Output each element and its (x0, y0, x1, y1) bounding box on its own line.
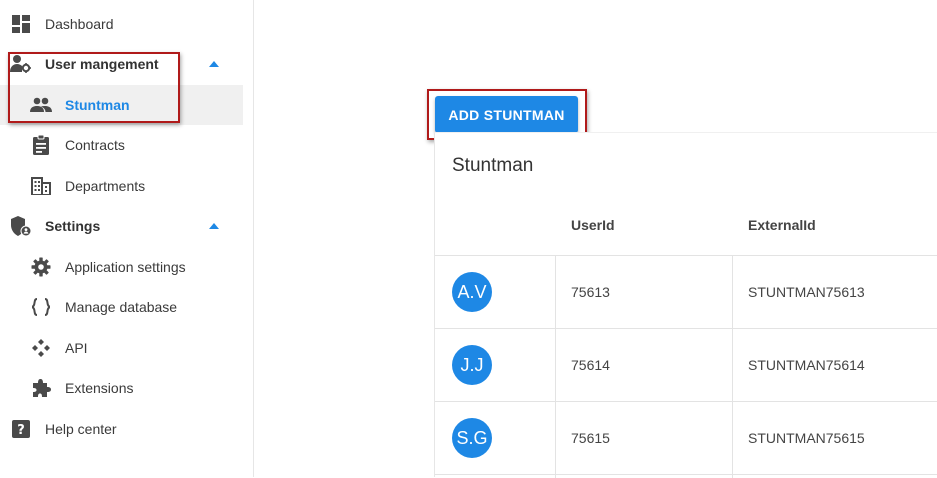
row-divider (435, 474, 937, 475)
header-divider (435, 255, 937, 256)
dashboard-icon (10, 13, 32, 35)
nav-settings-label: Settings (45, 218, 101, 234)
nav-user-management[interactable]: User mangement (0, 44, 243, 84)
nav-dashboard-label: Dashboard (45, 16, 114, 32)
add-stuntman-button[interactable]: ADD STUNTMAN (435, 96, 578, 133)
column-divider (555, 255, 556, 478)
nav-contracts-label: Contracts (65, 137, 125, 153)
avatar: S.G (452, 418, 492, 458)
nav-stuntman-label: Stuntman (65, 97, 130, 113)
collapse-caret-icon[interactable] (209, 61, 219, 67)
nav-application-settings[interactable]: Application settings (0, 247, 243, 287)
column-header-externalid[interactable]: ExternalId (748, 217, 816, 233)
cell-externalid: STUNTMAN75613 (748, 284, 865, 300)
nav-stuntman[interactable]: Stuntman (0, 85, 243, 125)
row-divider (435, 401, 937, 402)
cell-externalid: STUNTMAN75615 (748, 430, 865, 446)
api-icon (30, 337, 52, 359)
nav-help-center[interactable]: ? Help center (0, 409, 243, 449)
nav-api[interactable]: API (0, 328, 243, 368)
nav-extensions-label: Extensions (65, 380, 134, 396)
clipboard-icon (30, 134, 52, 156)
help-icon: ? (10, 418, 32, 440)
row-divider (435, 328, 937, 329)
nav-help-center-label: Help center (45, 421, 117, 437)
nav-settings[interactable]: Settings (0, 206, 243, 246)
nav-contracts[interactable]: Contracts (0, 125, 243, 165)
column-header-userid[interactable]: UserId (571, 217, 615, 233)
curly-braces-icon (30, 296, 52, 318)
cell-userid: 75615 (571, 430, 610, 446)
table-title: Stuntman (452, 155, 534, 176)
sidebar: Dashboard User mangement Stuntman Contra… (0, 0, 254, 477)
svg-text:?: ? (17, 423, 25, 438)
cell-userid: 75614 (571, 357, 610, 373)
nav-manage-database[interactable]: Manage database (0, 287, 243, 327)
nav-extensions[interactable]: Extensions (0, 368, 243, 408)
building-icon (30, 175, 52, 197)
gear-icon (30, 256, 52, 278)
avatar: A.V (452, 272, 492, 312)
nav-departments[interactable]: Departments (0, 166, 243, 206)
shield-user-icon (10, 215, 32, 237)
stuntman-table-card: Stuntman UserId ExternalId A.V 75613 STU… (434, 132, 937, 478)
nav-user-management-label: User mangement (45, 56, 159, 72)
cell-externalid: STUNTMAN75614 (748, 357, 865, 373)
cell-userid: 75613 (571, 284, 610, 300)
column-divider (732, 255, 733, 478)
people-icon (30, 94, 52, 116)
nav-manage-database-label: Manage database (65, 299, 178, 315)
user-settings-icon (10, 53, 32, 75)
avatar: J.J (452, 345, 492, 385)
nav-application-settings-label: Application settings (65, 259, 186, 275)
nav-dashboard[interactable]: Dashboard (0, 4, 243, 44)
puzzle-icon (30, 377, 52, 399)
nav-api-label: API (65, 340, 88, 356)
collapse-caret-icon[interactable] (209, 223, 219, 229)
nav-departments-label: Departments (65, 178, 146, 194)
